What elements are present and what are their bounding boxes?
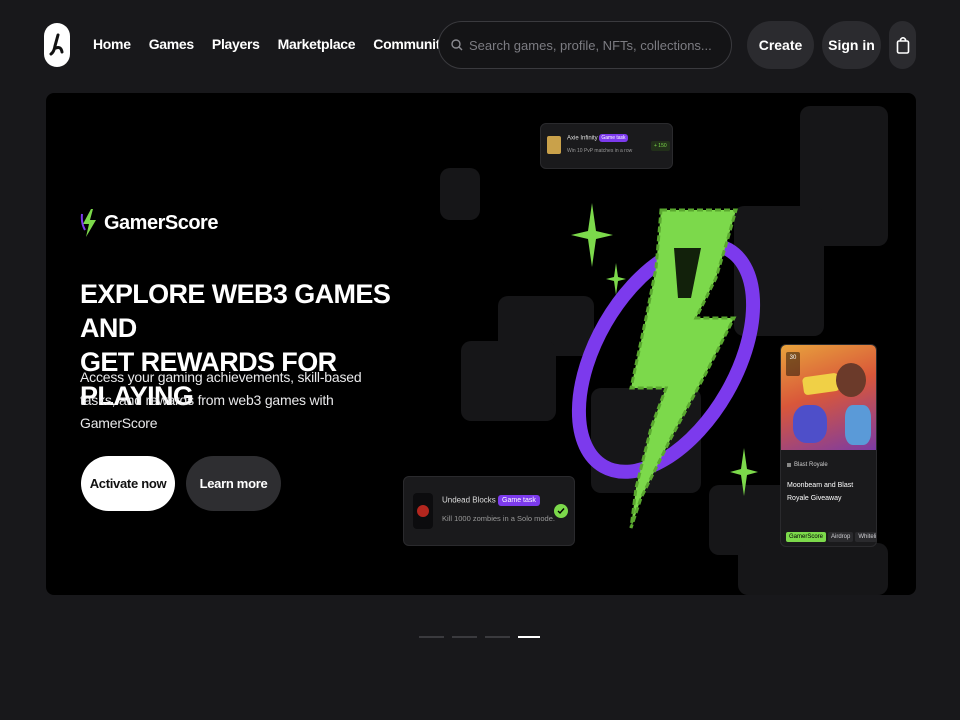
search-icon <box>451 39 463 51</box>
giveaway-title: Moonbeam and Blast Royale Giveaway <box>787 482 854 502</box>
game-name: Blast Royale <box>794 462 828 468</box>
chip-whitelist: Whitelist <box>855 532 876 542</box>
game-thumbnail <box>413 493 433 529</box>
task-tag: Game task <box>599 134 628 142</box>
search-bar <box>438 21 732 69</box>
carousel-dot-1[interactable] <box>419 636 444 638</box>
bag-icon <box>896 36 909 54</box>
hero-banner: GamerScore EXPLORE WEB3 GAMES AND GET RE… <box>46 93 916 595</box>
brand-name: GamerScore <box>104 211 218 234</box>
nav-home[interactable]: Home <box>93 36 131 52</box>
check-icon <box>554 504 568 518</box>
carousel-dot-3[interactable] <box>485 636 510 638</box>
create-button[interactable]: Create <box>747 21 814 69</box>
bg-block <box>440 168 480 220</box>
nav-players[interactable]: Players <box>212 36 260 52</box>
sparkle-icon <box>571 203 613 267</box>
nav-games[interactable]: Games <box>149 36 195 52</box>
task-title: Undead Blocks <box>442 495 496 505</box>
headline-line-1: EXPLORE WEB3 GAMES AND <box>80 279 391 343</box>
game-icon <box>787 463 791 467</box>
sparkle-icon <box>730 448 758 496</box>
task-description: Win 10 PvP matches in a row <box>567 148 633 154</box>
task-title: Axie Infinity <box>567 135 598 142</box>
gamerscore-logo-icon <box>80 209 96 237</box>
task-card-axie[interactable]: Axie Infinity Game task Win 10 PvP match… <box>540 123 673 169</box>
learn-more-button[interactable]: Learn more <box>186 456 281 511</box>
search-input[interactable] <box>469 37 719 53</box>
site-logo[interactable] <box>44 23 70 67</box>
task-tag: Game task <box>498 495 540 506</box>
chip-airdrop: Airdrop <box>828 532 854 542</box>
chip-gamerscore: GamerScore <box>786 532 827 542</box>
nav-community-label: Community <box>373 36 448 52</box>
carousel-dot-4[interactable] <box>518 636 540 638</box>
bg-block <box>461 341 556 421</box>
timer-badge: 30 <box>786 352 800 376</box>
carousel-dot-2[interactable] <box>452 636 477 638</box>
signin-button[interactable]: Sign in <box>822 21 881 69</box>
task-description: Kill 1000 zombies in a Solo mode. <box>442 514 555 523</box>
reward-badge: + 150 <box>651 141 670 151</box>
sparkle-icon <box>606 263 626 295</box>
hero-subtext: Access your gaming achievements, skill-b… <box>80 369 362 431</box>
giveaway-card[interactable]: 30 Blast Royale Moonbeam and Blast Royal… <box>780 344 877 547</box>
logo-icon <box>49 33 64 56</box>
gamerscore-brand: GamerScore <box>80 208 218 238</box>
cart-button[interactable] <box>889 21 916 69</box>
game-thumbnail <box>547 136 561 154</box>
task-card-undead[interactable]: Undead Blocks Game task Kill 1000 zombie… <box>403 476 575 546</box>
bg-block <box>738 543 888 595</box>
main-nav: Home Games Players Marketplace Community… <box>93 36 477 52</box>
nav-marketplace[interactable]: Marketplace <box>278 36 356 52</box>
activate-button[interactable]: Activate now <box>81 456 175 511</box>
carousel-indicators <box>419 636 540 638</box>
